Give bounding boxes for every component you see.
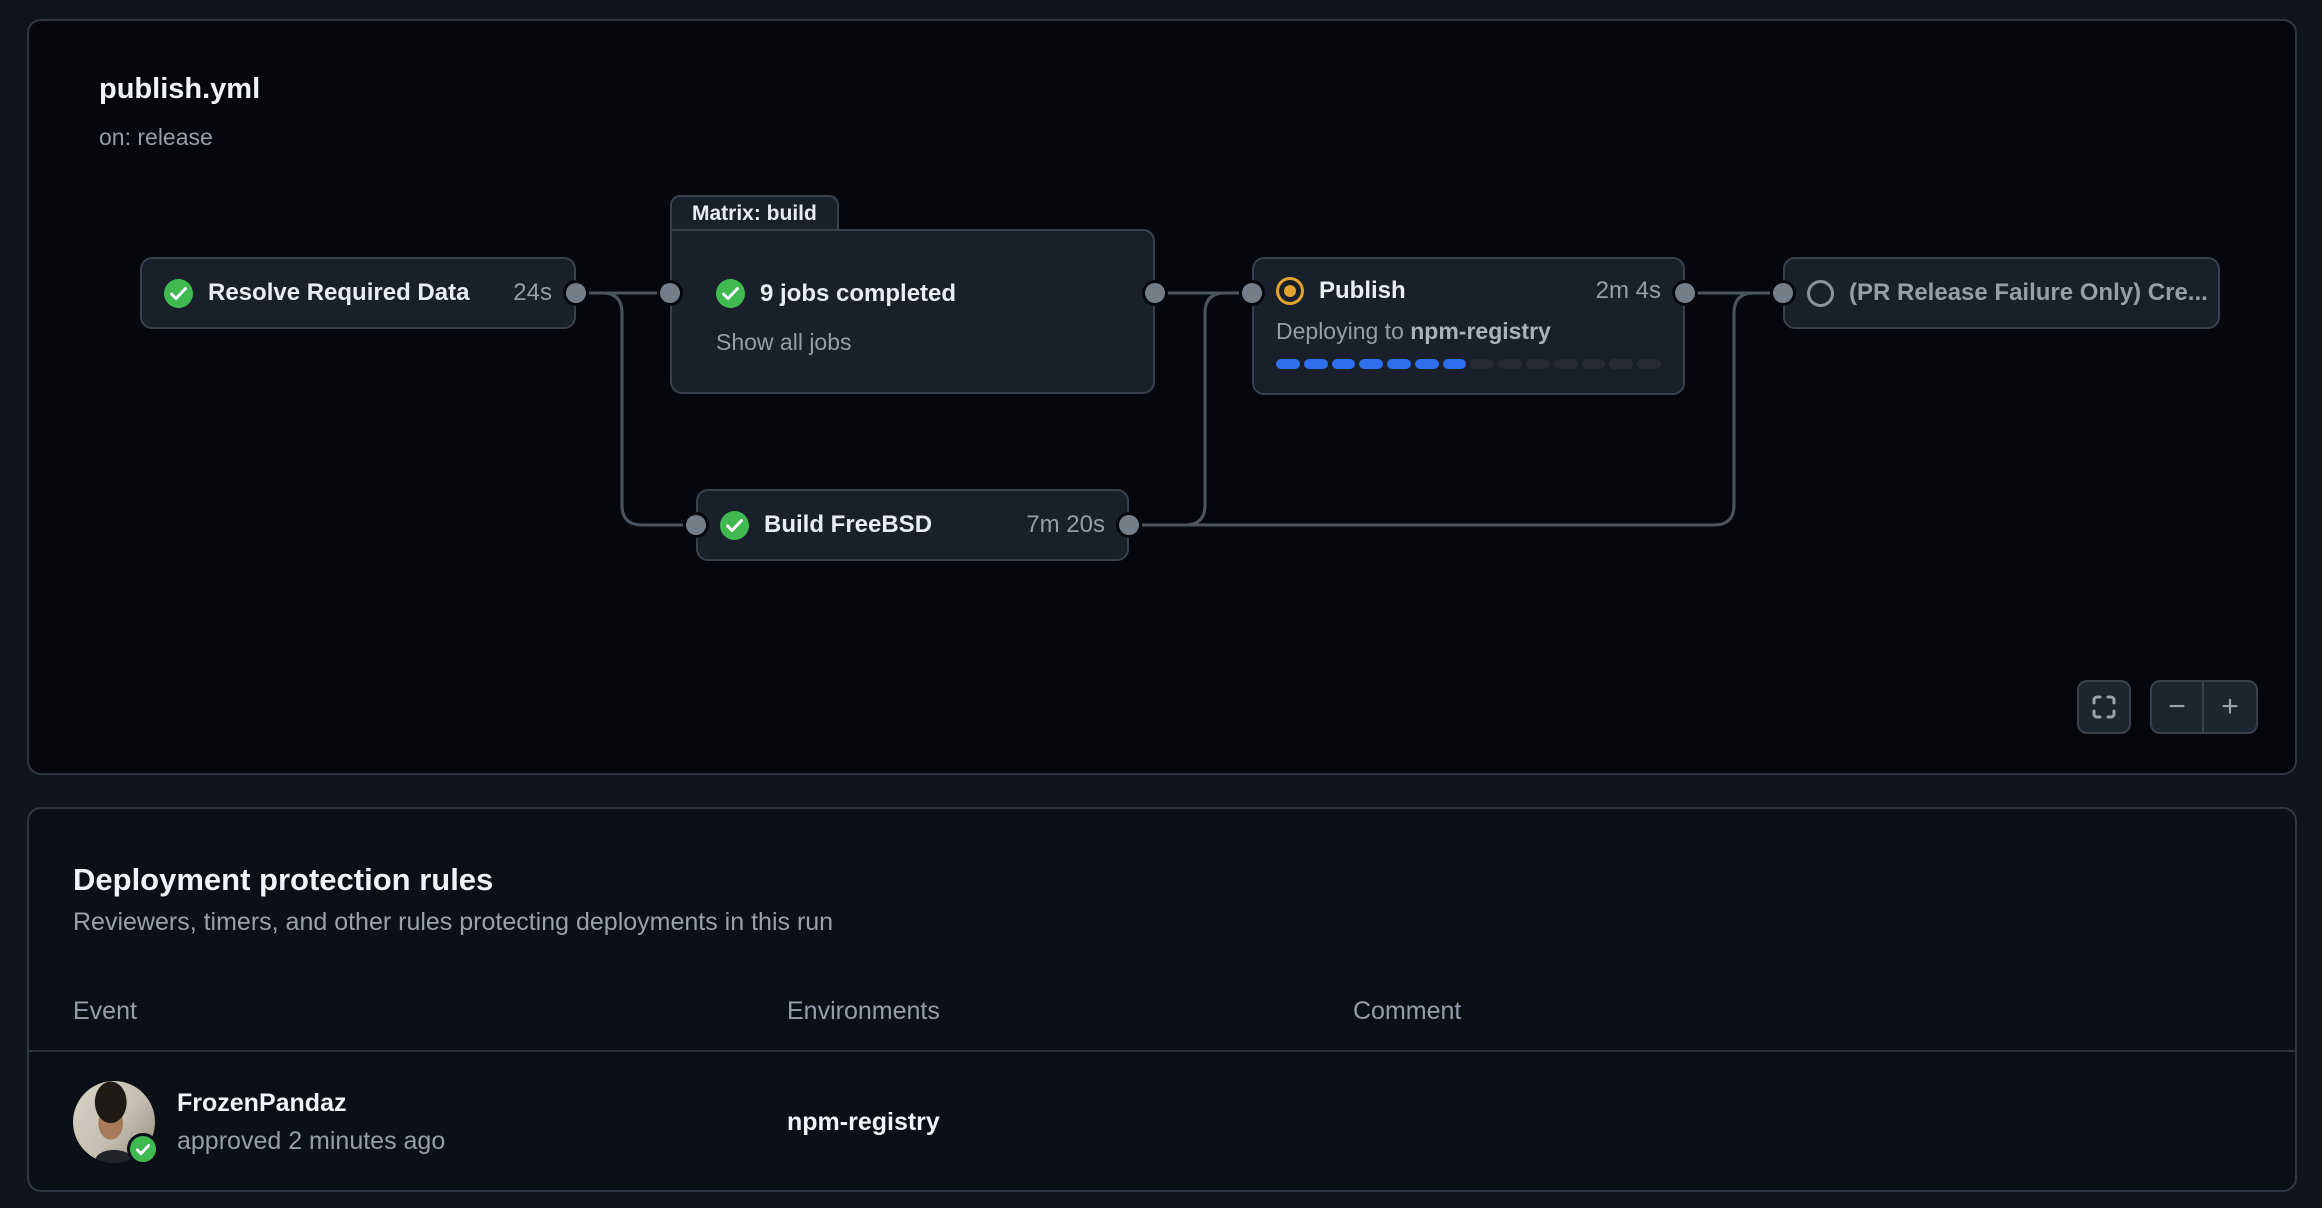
progress-segment — [1359, 359, 1383, 369]
success-check-icon — [164, 279, 193, 308]
matrix-group-tab: Matrix: build — [670, 195, 839, 231]
in-progress-icon — [1276, 277, 1304, 305]
pending-circle-icon — [1807, 280, 1834, 307]
matrix-summary-label: 9 jobs completed — [760, 280, 956, 308]
show-all-jobs-link[interactable]: Show all jobs — [716, 329, 852, 356]
progress-segment — [1609, 359, 1633, 369]
progress-segment — [1470, 359, 1494, 369]
job-label: (PR Release Failure Only) Cre... — [1849, 279, 2208, 307]
environment-cell: npm-registry — [787, 1108, 1353, 1137]
connector-dot — [1145, 283, 1165, 303]
deploy-target: npm-registry — [1410, 318, 1551, 344]
progress-segment — [1304, 359, 1328, 369]
connector-dot — [660, 283, 680, 303]
rules-subtitle: Reviewers, timers, and other rules prote… — [73, 908, 833, 937]
fullscreen-button[interactable] — [2077, 680, 2131, 734]
connector-dot — [686, 515, 706, 535]
zoom-out-button[interactable]: − — [2152, 682, 2204, 732]
progress-segment — [1415, 359, 1439, 369]
workflow-edges — [29, 21, 2299, 777]
job-duration: 24s — [513, 279, 552, 307]
deploy-status-text: Deploying to npm-registry — [1276, 318, 1661, 345]
connector-dot — [566, 283, 586, 303]
deployment-protection-rules-panel: Deployment protection rules Reviewers, t… — [27, 807, 2297, 1192]
column-header-comment: Comment — [1353, 997, 2251, 1026]
progress-segment — [1582, 359, 1606, 369]
progress-segment — [1498, 359, 1522, 369]
connector-dot — [1773, 283, 1793, 303]
progress-segment — [1276, 359, 1300, 369]
deploy-prefix: Deploying to — [1276, 318, 1404, 344]
job-label: Resolve Required Data — [208, 279, 469, 307]
job-node-publish[interactable]: Publish 2m 4s Deploying to npm-registry — [1252, 257, 1685, 395]
deploy-progress-bar — [1276, 359, 1661, 369]
progress-segment — [1443, 359, 1467, 369]
success-check-icon — [716, 279, 745, 308]
job-label: Publish — [1319, 277, 1406, 305]
progress-segment — [1526, 359, 1550, 369]
avatar[interactable] — [73, 1081, 155, 1163]
job-label: Build FreeBSD — [764, 511, 932, 539]
progress-segment — [1387, 359, 1411, 369]
job-node-resolve-required-data[interactable]: Resolve Required Data 24s — [140, 257, 576, 329]
connector-dot — [1242, 283, 1262, 303]
approved-badge-icon — [127, 1133, 159, 1165]
zoom-in-button[interactable]: + — [2204, 682, 2256, 732]
user-name: FrozenPandaz — [177, 1089, 445, 1118]
zoom-controls: − + — [2150, 680, 2258, 734]
job-duration: 2m 4s — [1596, 277, 1661, 305]
event-cell: FrozenPandaz approved 2 minutes ago — [73, 1081, 787, 1163]
progress-segment — [1554, 359, 1578, 369]
table-row: FrozenPandaz approved 2 minutes ago npm-… — [29, 1052, 2295, 1192]
progress-segment — [1332, 359, 1356, 369]
fullscreen-icon — [2090, 693, 2118, 721]
job-duration: 7m 20s — [1026, 511, 1105, 539]
approval-status-text: approved 2 minutes ago — [177, 1127, 445, 1156]
workflow-graph-panel: publish.yml on: release Resolve Required… — [27, 19, 2297, 775]
progress-segment — [1637, 359, 1661, 369]
column-header-environments: Environments — [787, 997, 1353, 1026]
rules-table-header: Event Environments Comment — [29, 997, 2295, 1026]
job-node-pr-release-failure[interactable]: (PR Release Failure Only) Cre... — [1783, 257, 2220, 329]
job-node-matrix-build[interactable]: 9 jobs completed Show all jobs — [670, 229, 1155, 394]
success-check-icon — [720, 511, 749, 540]
connector-dot — [1119, 515, 1139, 535]
connector-dot — [1675, 283, 1695, 303]
column-header-event: Event — [73, 997, 787, 1026]
job-node-build-freebsd[interactable]: Build FreeBSD 7m 20s — [696, 489, 1129, 561]
rules-title: Deployment protection rules — [73, 862, 493, 898]
